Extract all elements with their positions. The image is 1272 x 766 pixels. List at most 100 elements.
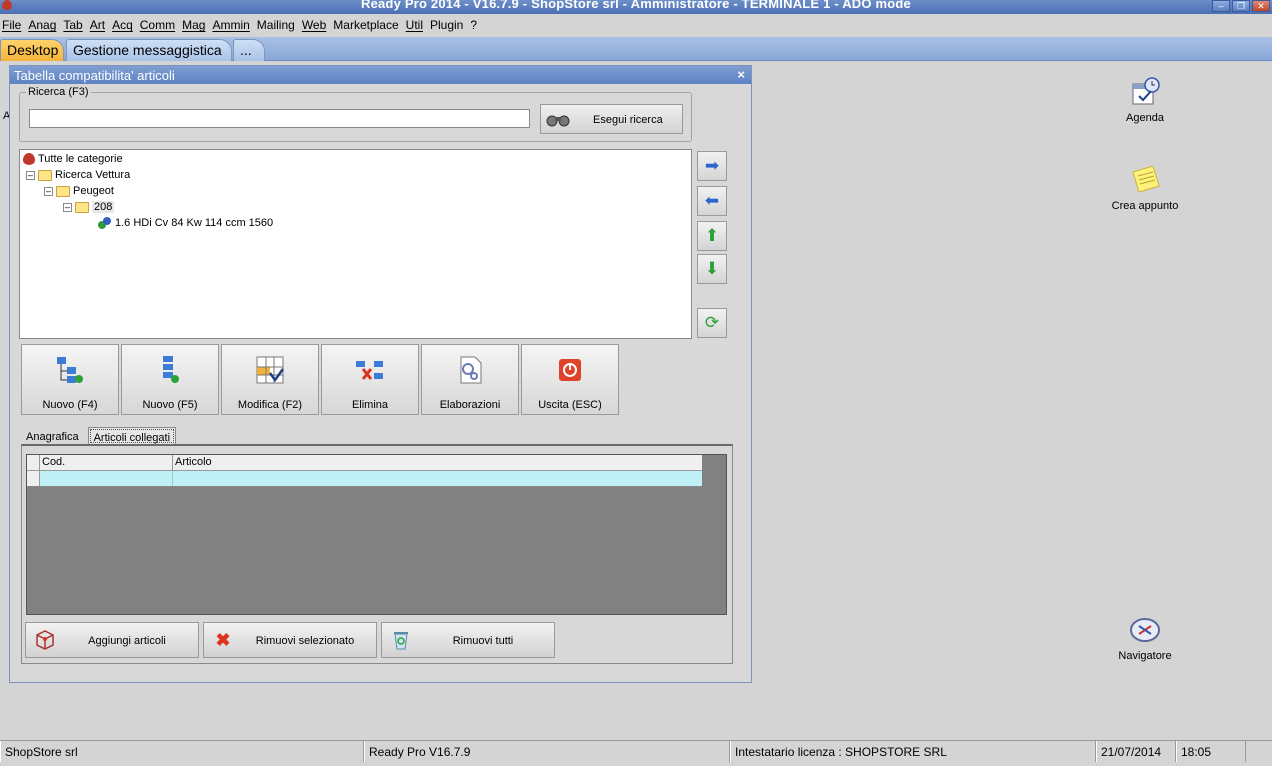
- tab-desktop[interactable]: Desktop: [0, 39, 64, 61]
- menu-anag[interactable]: Anag: [28, 17, 63, 35]
- arrow-up-icon: ⬆: [704, 226, 720, 245]
- column-header-articolo[interactable]: Articolo: [173, 455, 702, 470]
- compatibility-dialog: Tabella compatibilita' articoli × Ricerc…: [9, 65, 752, 683]
- menu-acq[interactable]: Acq: [112, 17, 140, 35]
- menu-marketplace[interactable]: Marketplace: [333, 17, 405, 35]
- power-icon: [555, 355, 585, 385]
- status-company: ShopStore srl: [0, 741, 364, 762]
- status-license: Intestatario licenza : SHOPSTORE SRL: [730, 741, 1096, 762]
- tree-node-ricerca-vettura[interactable]: – Ricerca Vettura: [26, 167, 130, 183]
- add-articles-button[interactable]: Aggiungi articoli: [25, 622, 199, 658]
- cell-cod[interactable]: [40, 471, 173, 486]
- restore-button[interactable]: ❐: [1232, 0, 1250, 12]
- menu-util[interactable]: Util: [406, 17, 430, 35]
- tab-gestione-messaggistica[interactable]: Gestione messaggistica: [66, 39, 232, 61]
- category-tree[interactable]: Tutte le categorie – Ricerca Vettura – P…: [19, 149, 692, 339]
- window-title: Ready Pro 2014 - V16.7.9 - ShopStore srl…: [360, 0, 911, 11]
- linked-articles-grid[interactable]: Cod. Articolo: [26, 454, 727, 615]
- tab-more[interactable]: ...: [233, 39, 265, 61]
- remove-all-button[interactable]: Rimuovi tutti: [381, 622, 555, 658]
- calendar-clock-icon: [1129, 76, 1161, 108]
- tree-node-root[interactable]: Tutte le categorie: [23, 151, 123, 167]
- delete-label: Elimina: [351, 399, 389, 411]
- column-header-cod[interactable]: Cod.: [40, 455, 173, 470]
- row-indicator: [27, 471, 40, 486]
- tree-node-engine[interactable]: 1.6 HDi Cv 84 Kw 114 ccm 1560: [98, 215, 273, 231]
- remove-selected-button[interactable]: ✖ Rimuovi selezionato: [203, 622, 377, 658]
- search-label: Ricerca (F3): [26, 86, 91, 98]
- tree-node-label: 1.6 HDi Cv 84 Kw 114 ccm 1560: [115, 217, 274, 229]
- strawberry-icon: [23, 153, 35, 165]
- shortcut-navigatore[interactable]: Navigatore: [1095, 614, 1195, 662]
- process-button[interactable]: Elaborazioni: [421, 344, 519, 415]
- shortcut-crea-appunto[interactable]: Crea appunto: [1095, 164, 1195, 212]
- menu-web[interactable]: Web: [302, 17, 333, 35]
- vehicle-icon: [98, 217, 112, 229]
- collapse-icon[interactable]: –: [26, 170, 35, 180]
- tree-delete-icon: [355, 355, 385, 385]
- tree-node-label: 208: [92, 201, 115, 213]
- menu-comm[interactable]: Comm: [140, 17, 182, 35]
- close-window-button[interactable]: ✕: [1252, 0, 1270, 12]
- compass-icon: [1129, 614, 1161, 646]
- search-input[interactable]: [29, 109, 530, 128]
- status-date: 21/07/2014: [1096, 741, 1176, 762]
- move-left-button[interactable]: ⬅: [697, 186, 727, 216]
- folder-open-icon: [75, 201, 89, 213]
- dialog-title-bar: Tabella compatibilita' articoli ×: [10, 66, 751, 84]
- delete-button[interactable]: Elimina: [321, 344, 419, 415]
- red-x-icon: ✖: [215, 630, 231, 650]
- menu-bar: File Anag Tab Art Acq Comm Mag Ammin Mai…: [0, 17, 1272, 35]
- tab-articoli-collegati[interactable]: Articoli collegati: [87, 427, 177, 445]
- dialog-close-icon[interactable]: ×: [737, 67, 745, 82]
- edit-button[interactable]: Modifica (F2): [221, 344, 319, 415]
- status-bar: ShopStore srl Ready Pro V16.7.9 Intestat…: [0, 740, 1272, 762]
- collapse-icon[interactable]: –: [44, 186, 53, 196]
- tree-add-icon: [55, 355, 85, 385]
- tree-add-child-icon: [155, 355, 185, 385]
- arrow-down-icon: ⬇: [704, 259, 720, 278]
- menu-tab[interactable]: Tab: [63, 17, 89, 35]
- minimize-button[interactable]: –: [1212, 0, 1230, 12]
- cell-articolo[interactable]: [173, 471, 702, 486]
- shortcut-agenda-label: Agenda: [1126, 112, 1164, 124]
- dialog-title: Tabella compatibilita' articoli: [14, 68, 175, 83]
- shortcut-navigatore-label: Navigatore: [1118, 650, 1172, 662]
- move-down-button[interactable]: ⬇: [697, 254, 727, 284]
- new-f4-button[interactable]: Nuovo (F4): [21, 344, 119, 415]
- new-f5-label: Nuovo (F5): [142, 399, 198, 411]
- search-button-label: Esegui ricerca: [593, 114, 663, 126]
- collapse-icon[interactable]: –: [63, 202, 72, 212]
- folder-icon: [38, 169, 52, 181]
- main-toolbar: Nuovo (F4) Nuovo (F5) Modifica (F2) Elim…: [21, 344, 619, 415]
- tree-node-208[interactable]: – 208: [63, 199, 115, 215]
- tree-node-label: Ricerca Vettura: [55, 169, 131, 181]
- menu-ammin[interactable]: Ammin: [212, 17, 256, 35]
- menu-file[interactable]: File: [2, 17, 28, 35]
- move-up-button[interactable]: ⬆: [697, 221, 727, 251]
- grid-header: Cod. Articolo: [27, 455, 702, 471]
- menu-mailing[interactable]: Mailing: [257, 17, 302, 35]
- tree-node-peugeot[interactable]: – Peugeot: [44, 183, 114, 199]
- window-title-bar: Ready Pro 2014 - V16.7.9 - ShopStore srl…: [0, 0, 1272, 14]
- search-button[interactable]: Esegui ricerca: [540, 104, 683, 134]
- refresh-icon: ⟳: [704, 313, 720, 332]
- row-indicator-header: [27, 455, 40, 470]
- menu-mag[interactable]: Mag: [182, 17, 212, 35]
- menu-art[interactable]: Art: [90, 17, 112, 35]
- refresh-button[interactable]: ⟳: [697, 308, 727, 338]
- exit-button[interactable]: Uscita (ESC): [521, 344, 619, 415]
- move-right-button[interactable]: ➡: [697, 151, 727, 181]
- remove-all-label: Rimuovi tutti: [452, 635, 514, 647]
- menu-plugin[interactable]: Plugin: [430, 17, 470, 35]
- menu-help[interactable]: ?: [470, 17, 484, 35]
- document-gear-icon: [455, 355, 485, 385]
- new-f5-button[interactable]: Nuovo (F5): [121, 344, 219, 415]
- tab-anagrafica[interactable]: Anagrafica: [21, 427, 84, 445]
- edit-label: Modifica (F2): [237, 399, 303, 411]
- remove-selected-label: Rimuovi selezionato: [255, 635, 355, 647]
- table-row[interactable]: [27, 471, 702, 487]
- shortcut-agenda[interactable]: Agenda: [1095, 76, 1195, 124]
- tree-node-root-label: Tutte le categorie: [38, 153, 123, 165]
- status-version: Ready Pro V16.7.9: [364, 741, 730, 762]
